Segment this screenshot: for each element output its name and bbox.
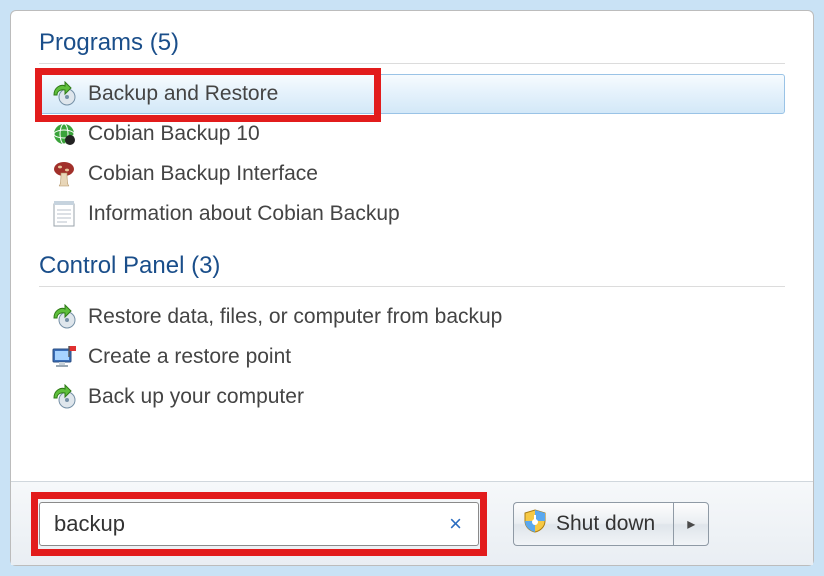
divider [39,63,785,64]
result-label: Back up your computer [88,385,304,409]
shutdown-options-arrow[interactable]: ▸ [673,502,709,546]
section-header-programs: Programs (5) [39,29,785,57]
search-input[interactable] [52,510,443,538]
backup-restore-icon [50,303,78,331]
backup-restore-icon [50,383,78,411]
result-label: Cobian Backup Interface [88,162,318,186]
result-label: Cobian Backup 10 [88,122,260,146]
clear-search-icon[interactable]: × [443,511,468,537]
backup-restore-icon [50,80,78,108]
globe-icon [50,120,78,148]
cp-item-back-up-your-computer[interactable]: Back up your computer [39,377,785,417]
divider [39,286,785,287]
result-label: Backup and Restore [88,82,278,106]
program-item-cobian-backup-10[interactable]: Cobian Backup 10 [39,114,785,154]
result-label: Restore data, files, or computer from ba… [88,305,502,329]
shutdown-label: Shut down [556,512,655,536]
program-item-backup-and-restore[interactable]: Backup and Restore [39,74,785,114]
shutdown-button-group: Shut down ▸ [513,502,709,546]
shutdown-button[interactable]: Shut down [513,502,673,546]
cp-item-restore-data[interactable]: Restore data, files, or computer from ba… [39,297,785,337]
start-menu-footer: × Shut down ▸ [11,481,813,565]
result-label: Create a restore point [88,345,291,369]
chevron-right-icon: ▸ [687,514,695,534]
notepad-icon [50,200,78,228]
program-item-information-cobian[interactable]: Information about Cobian Backup [39,194,785,234]
search-field[interactable]: × [39,502,479,546]
mushroom-icon [50,160,78,188]
start-menu-panel: Programs (5) Backup and Restore [10,10,814,566]
control-panel-result-list: Restore data, files, or computer from ba… [39,297,785,417]
section-header-control-panel: Control Panel (3) [39,252,785,280]
cp-item-create-restore-point[interactable]: Create a restore point [39,337,785,377]
result-label: Information about Cobian Backup [88,202,400,226]
program-item-cobian-backup-interface[interactable]: Cobian Backup Interface [39,154,785,194]
monitor-flag-icon [50,343,78,371]
programs-result-list: Backup and Restore Cobian Backup 10 [39,74,785,234]
shield-icon [524,509,546,539]
